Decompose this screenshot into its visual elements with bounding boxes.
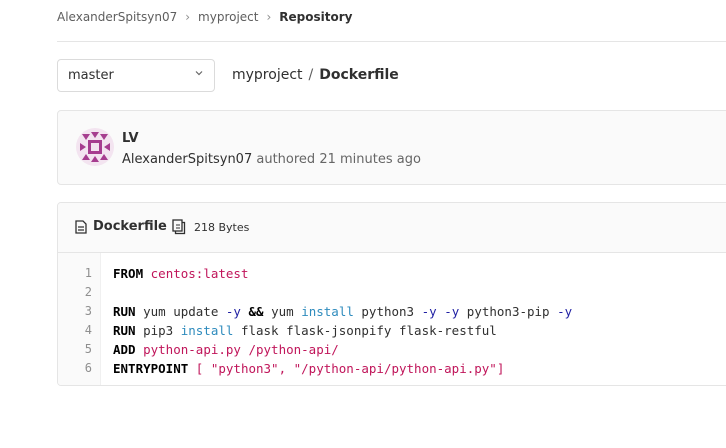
- code-line-text: ADD python-api.py /python-api/: [113, 342, 339, 357]
- breadcrumb-current[interactable]: Repository: [279, 10, 352, 24]
- branch-dropdown[interactable]: master: [57, 59, 215, 92]
- code-line: 1 FROM centos:latest: [58, 264, 726, 283]
- code-view: 1 FROM centos:latest 2 3 RUN yum update -y &…: [58, 253, 726, 385]
- file-name: Dockerfile: [93, 219, 167, 234]
- file-path: myproject / Dockerfile: [232, 67, 399, 83]
- code-line: 2: [58, 283, 726, 302]
- line-number[interactable]: 5: [58, 340, 92, 359]
- commit-time: 21 minutes ago: [319, 152, 421, 167]
- commit-title-link[interactable]: LV: [122, 131, 139, 146]
- breadcrumb-user-link[interactable]: AlexanderSpitsyn07: [57, 10, 177, 24]
- line-number[interactable]: 1: [58, 264, 92, 283]
- code-line: 3 RUN yum update -y && yum install python…: [58, 302, 726, 321]
- path-file-name[interactable]: Dockerfile: [319, 67, 399, 83]
- file-viewer: Dockerfile 218 Bytes 1 FROM centos:latest…: [57, 202, 726, 386]
- divider: [57, 41, 726, 42]
- path-project-link[interactable]: myproject: [232, 67, 303, 83]
- path-separator: /: [308, 67, 314, 83]
- code-line-text: RUN yum update -y && yum install python3…: [113, 304, 573, 319]
- chevron-down-icon: [195, 71, 203, 76]
- chevron-right-icon: ›: [266, 10, 272, 24]
- breadcrumb-project-link[interactable]: myproject: [198, 10, 258, 24]
- chevron-right-icon: ›: [185, 10, 191, 24]
- file-icon: [75, 220, 87, 234]
- code-line: 5 ADD python-api.py /python-api/: [58, 340, 726, 359]
- code-line-text: FROM centos:latest: [113, 266, 249, 281]
- copy-icon[interactable]: [172, 219, 186, 235]
- commit-action: authored: [256, 152, 316, 167]
- branch-dropdown-value: master: [68, 68, 114, 83]
- avatar-icon[interactable]: [76, 128, 114, 166]
- line-number[interactable]: 6: [58, 359, 92, 378]
- commit-author-link[interactable]: AlexanderSpitsyn07: [122, 152, 252, 167]
- commit-meta: AlexanderSpitsyn07 authored 21 minutes a…: [122, 152, 421, 167]
- file-header: Dockerfile 218 Bytes: [58, 203, 726, 253]
- code-line-text: ENTRYPOINT [ "python3", "/python-api/pyt…: [113, 361, 505, 376]
- line-number[interactable]: 2: [58, 283, 92, 302]
- code-line-text: RUN pip3 install flask flask-jsonpify fl…: [113, 323, 497, 338]
- code-line: 6 ENTRYPOINT [ "python3", "/python-api/py…: [58, 359, 726, 378]
- line-number[interactable]: 3: [58, 302, 92, 321]
- file-size: 218 Bytes: [194, 221, 250, 234]
- line-number[interactable]: 4: [58, 321, 92, 340]
- code-line: 4 RUN pip3 install flask flask-jsonpify f…: [58, 321, 726, 340]
- breadcrumb: AlexanderSpitsyn07 › myproject › Reposit…: [57, 10, 353, 24]
- last-commit-panel: LV AlexanderSpitsyn07 authored 21 minute…: [57, 110, 726, 185]
